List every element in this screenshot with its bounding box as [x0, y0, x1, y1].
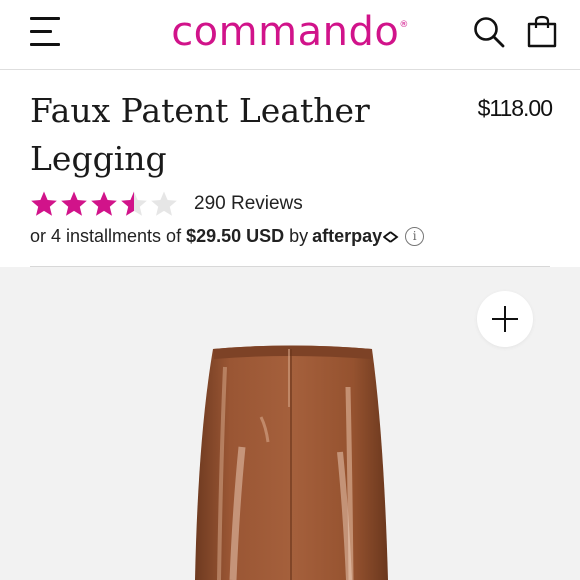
afterpay-installments: or 4 installments of $29.50 USD by after…: [30, 226, 425, 247]
installment-amount: $29.50 USD: [186, 226, 285, 246]
star-icon: [61, 191, 87, 216]
site-header: commando®: [0, 0, 580, 70]
product-title: Faux Patent Leather Legging: [30, 91, 370, 178]
afterpay-arrows-icon: [383, 231, 399, 242]
star-icon: [121, 191, 147, 216]
info-icon[interactable]: i: [405, 227, 425, 246]
product-image-gallery[interactable]: [0, 267, 580, 580]
search-icon[interactable]: [472, 15, 506, 49]
shopping-bag-icon[interactable]: [526, 15, 558, 49]
star-icon: [31, 191, 57, 216]
product-price: $118.00: [477, 95, 553, 121]
star-rating[interactable]: [30, 190, 178, 218]
star-icon: [91, 191, 117, 216]
reviews-link[interactable]: 290 Reviews: [194, 193, 303, 215]
star-icon: [151, 191, 177, 216]
zoom-plus-icon[interactable]: [477, 291, 533, 347]
product-rating: 290 Reviews: [30, 189, 303, 219]
installments-prefix: or 4 installments of: [30, 226, 182, 246]
installments-by: by: [289, 226, 309, 246]
afterpay-logo[interactable]: afterpay: [312, 226, 399, 247]
afterpay-wordmark: afterpay: [312, 226, 383, 246]
